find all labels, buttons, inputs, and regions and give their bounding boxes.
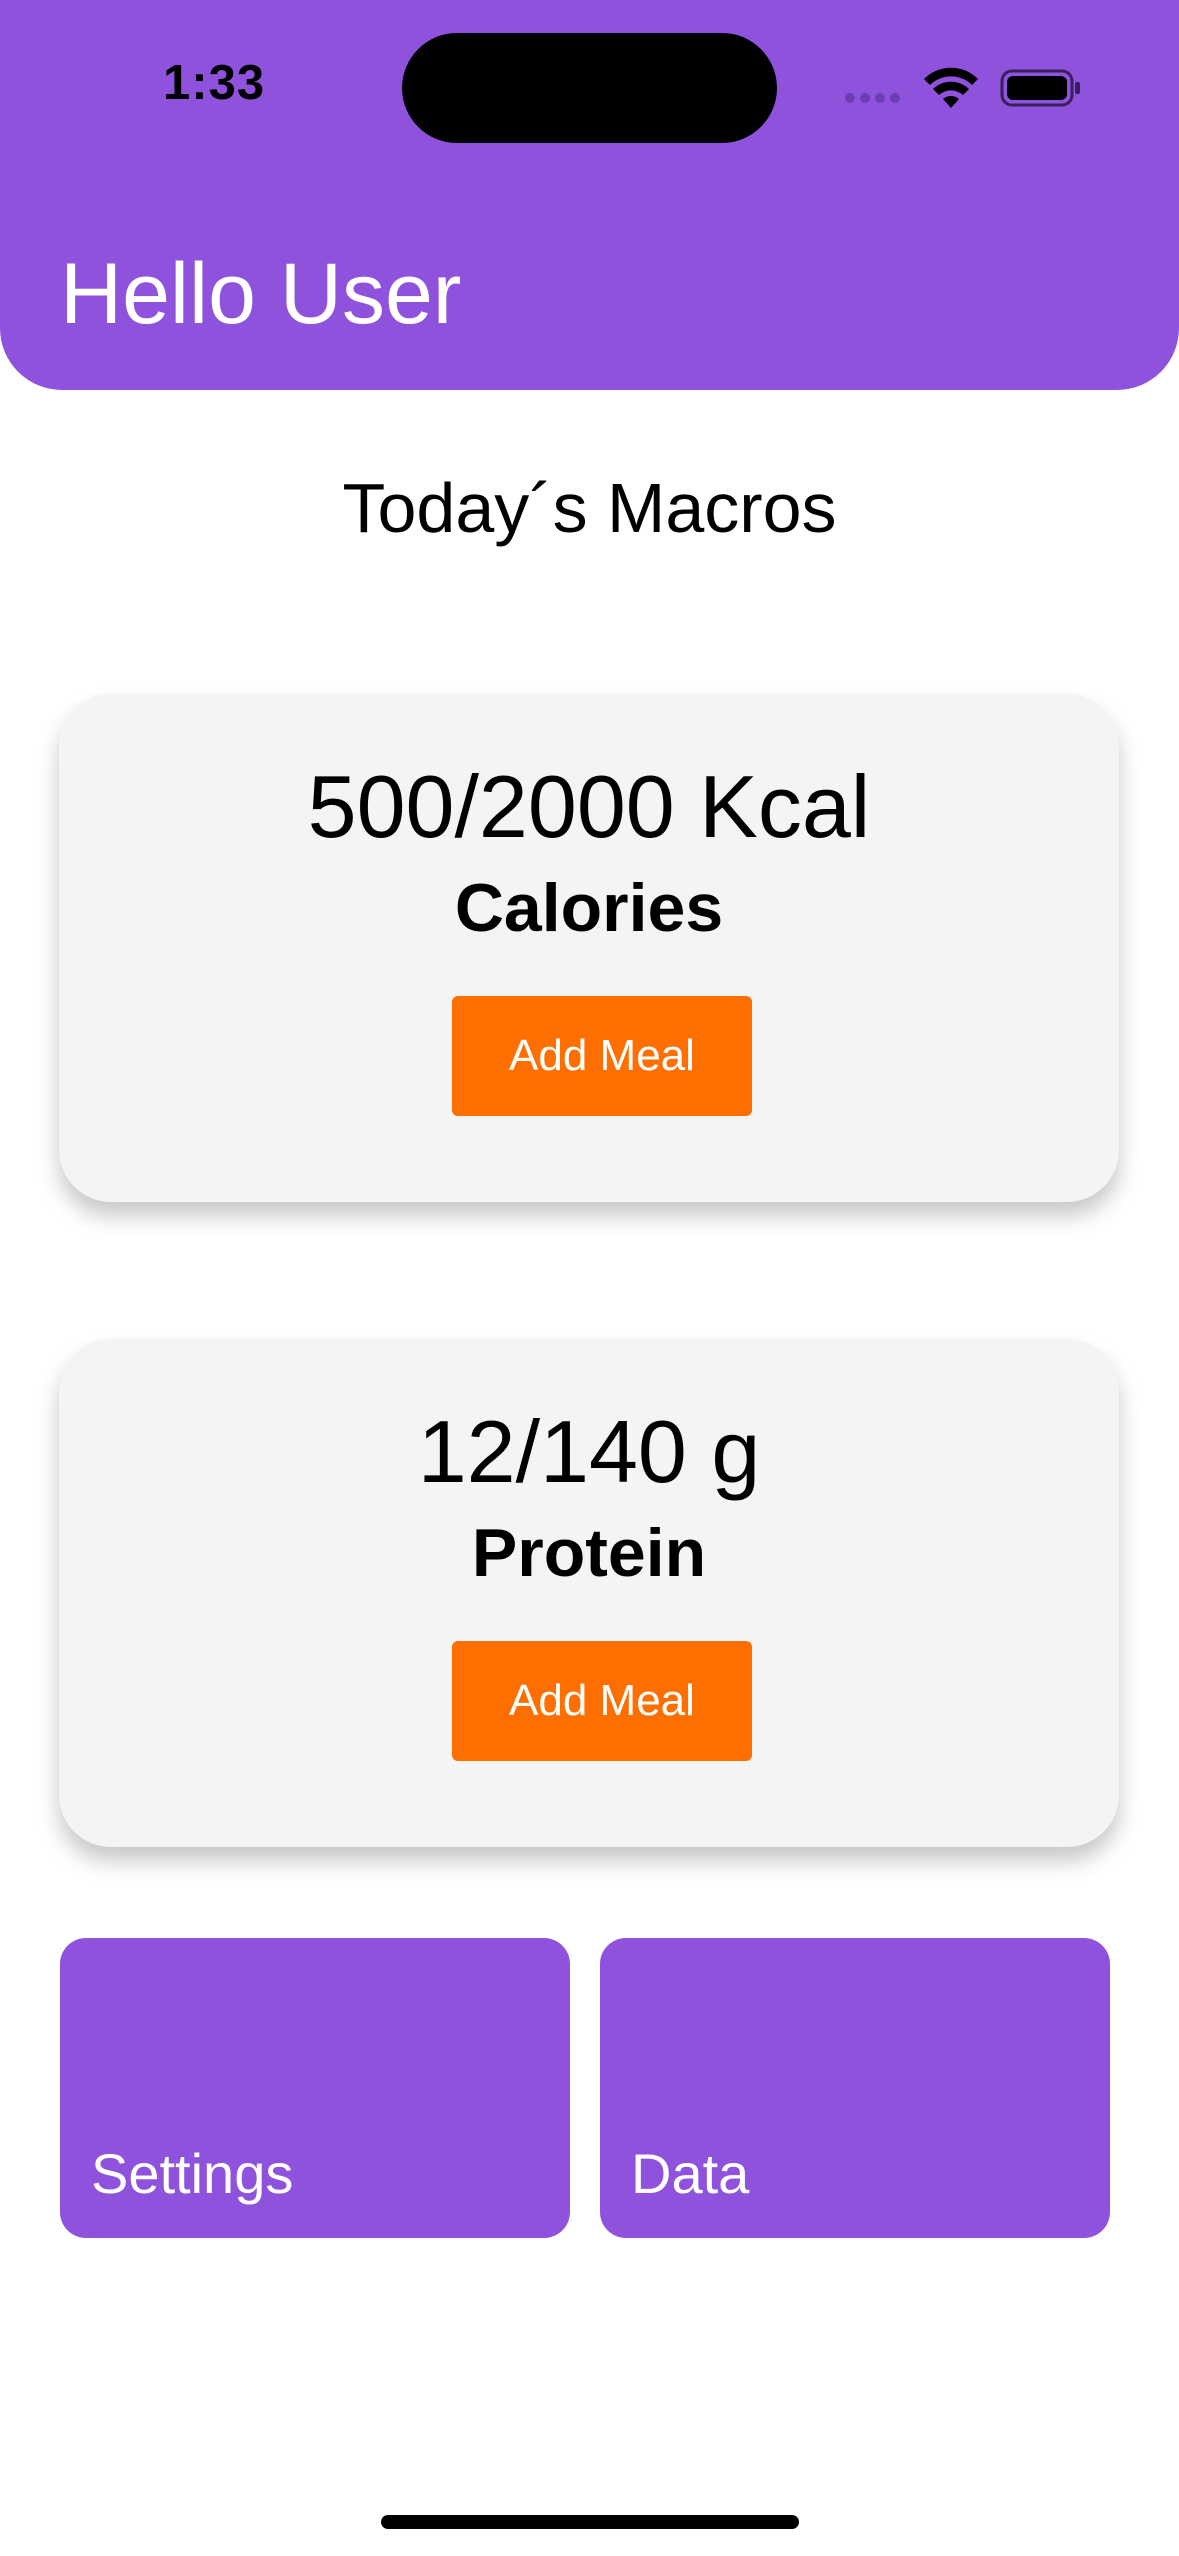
protein-value: 12/140 g bbox=[417, 1402, 761, 1501]
cellular-signal-icon bbox=[845, 93, 905, 105]
wifi-icon bbox=[924, 67, 978, 108]
add-meal-calories-button[interactable]: Add Meal bbox=[452, 996, 752, 1116]
home-indicator[interactable] bbox=[381, 2515, 799, 2529]
protein-label: Protein bbox=[471, 1515, 707, 1591]
data-tile[interactable]: Data bbox=[600, 1938, 1110, 2238]
app-header: 1:33 Hello User bbox=[0, 0, 1179, 390]
settings-tile[interactable]: Settings bbox=[60, 1938, 570, 2238]
protein-card: 12/140 g Protein Add Meal bbox=[59, 1339, 1119, 1847]
dynamic-island bbox=[402, 33, 777, 143]
status-time: 1:33 bbox=[163, 56, 266, 110]
calories-card: 500/2000 Kcal Calories Add Meal bbox=[59, 694, 1119, 1202]
greeting-title: Hello User bbox=[60, 246, 462, 342]
todays-macros-heading: Today´s Macros bbox=[342, 469, 837, 547]
calories-value: 500/2000 Kcal bbox=[307, 757, 871, 856]
battery-icon bbox=[1000, 69, 1080, 107]
data-tile-label: Data bbox=[631, 2142, 750, 2205]
add-meal-protein-button[interactable]: Add Meal bbox=[452, 1641, 752, 1761]
calories-label: Calories bbox=[454, 870, 724, 946]
settings-tile-label: Settings bbox=[91, 2142, 294, 2205]
